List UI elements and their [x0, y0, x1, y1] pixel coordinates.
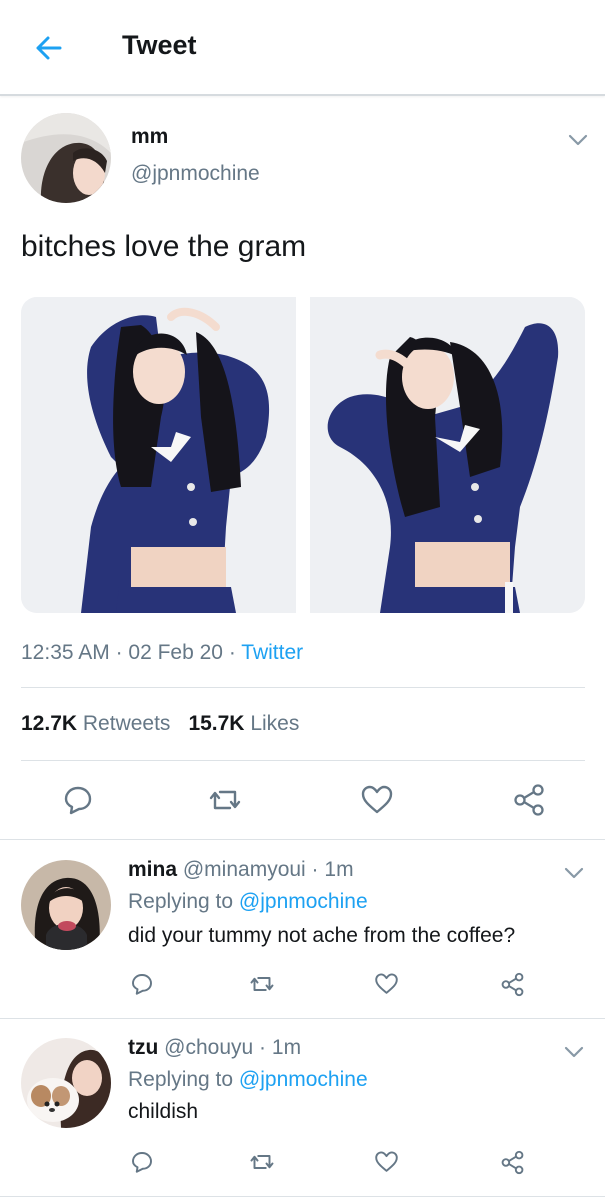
divider: [0, 1018, 605, 1019]
reply-avatar[interactable]: [21, 860, 111, 950]
retweet-icon: [209, 790, 241, 810]
divider: [0, 1196, 605, 1197]
meta-separator: ·: [305, 858, 325, 881]
arrow-left-icon: [36, 36, 62, 60]
reply-header: mina @minamyoui · 1m: [128, 858, 354, 882]
share-button[interactable]: [496, 1146, 528, 1178]
reply-icon: [132, 1152, 152, 1173]
tweet-photo[interactable]: [21, 297, 296, 613]
reply-button[interactable]: [126, 1146, 158, 1178]
likes-label: Likes: [250, 712, 300, 735]
meta-separator: ·: [109, 641, 129, 664]
tweet-time: 12:35 AM: [21, 641, 110, 664]
reply-time: 1m: [324, 858, 354, 881]
like-button[interactable]: [370, 968, 402, 1000]
back-button[interactable]: [28, 28, 68, 68]
replying-to-link[interactable]: @jpnmochine: [239, 890, 368, 913]
tweet-source-link[interactable]: Twitter: [241, 641, 303, 664]
tweet-date: 02 Feb 20: [128, 641, 223, 664]
reply-author-name[interactable]: mina: [128, 858, 177, 881]
reply-icon: [64, 786, 92, 815]
reply-header: tzu @chouyu · 1m: [128, 1036, 301, 1060]
likes-count: 15.7K: [188, 712, 245, 735]
retweet-icon: [250, 1155, 274, 1169]
reply-author-name[interactable]: tzu: [128, 1036, 158, 1059]
share-icon: [501, 972, 523, 996]
retweet-button[interactable]: [246, 968, 278, 1000]
author-handle[interactable]: @jpnmochine: [131, 162, 260, 186]
divider: [0, 839, 605, 840]
divider: [21, 760, 585, 761]
tweet-meta: 12:35 AM · 02 Feb 20 · Twitter: [21, 641, 303, 665]
reply-author-handle[interactable]: @chouyu: [164, 1036, 253, 1059]
share-button[interactable]: [496, 968, 528, 1000]
reply-time: 1m: [271, 1036, 302, 1059]
replying-prefix: Replying to: [128, 890, 234, 913]
retweets-label: Retweets: [82, 712, 171, 735]
reply-text: did your tummy not ache from the coffee?: [128, 924, 516, 947]
retweets-count: 12.7K: [21, 712, 78, 735]
replying-to-link[interactable]: @jpnmochine: [239, 1068, 368, 1091]
tweet-text: bitches love the gram: [21, 230, 307, 263]
retweet-icon: [250, 977, 274, 991]
share-icon: [501, 1150, 523, 1174]
tweet-media: [21, 297, 585, 613]
likes-stat[interactable]: 15.7K Likes: [188, 712, 299, 735]
reply-avatar[interactable]: [21, 1038, 111, 1128]
top-bar: Tweet: [0, 0, 605, 96]
like-icon: [374, 973, 398, 994]
like-icon: [361, 785, 393, 814]
like-button[interactable]: [370, 1146, 402, 1178]
chevron-down-icon[interactable]: [566, 128, 590, 152]
chevron-down-icon[interactable]: [562, 861, 586, 885]
like-button[interactable]: [355, 780, 399, 820]
author-avatar[interactable]: [21, 113, 111, 203]
retweet-button[interactable]: [246, 1146, 278, 1178]
replying-to: Replying to @jpnmochine: [128, 890, 368, 914]
meta-separator: ·: [253, 1036, 272, 1059]
page-title: Tweet: [122, 30, 197, 60]
reply-author-handle[interactable]: @minamyoui: [183, 858, 306, 881]
reply-text: childish: [128, 1100, 199, 1123]
retweets-stat[interactable]: 12.7K Retweets: [21, 712, 170, 735]
share-icon: [514, 784, 544, 816]
reply-icon: [132, 974, 152, 995]
tweet-stats: 12.7K Retweets 15.7K Likes: [21, 712, 299, 736]
meta-separator: ·: [222, 641, 242, 664]
author-name[interactable]: mm: [131, 125, 168, 149]
retweet-button[interactable]: [203, 780, 247, 820]
divider: [21, 687, 585, 688]
reply-button[interactable]: [56, 780, 100, 820]
chevron-down-icon[interactable]: [562, 1040, 586, 1064]
replying-prefix: Replying to: [128, 1068, 234, 1091]
replying-to: Replying to @jpnmochine: [128, 1068, 368, 1092]
tweet-photo[interactable]: [310, 297, 585, 613]
like-icon: [374, 1151, 398, 1172]
reply-button[interactable]: [126, 968, 158, 1000]
share-button[interactable]: [507, 780, 551, 820]
